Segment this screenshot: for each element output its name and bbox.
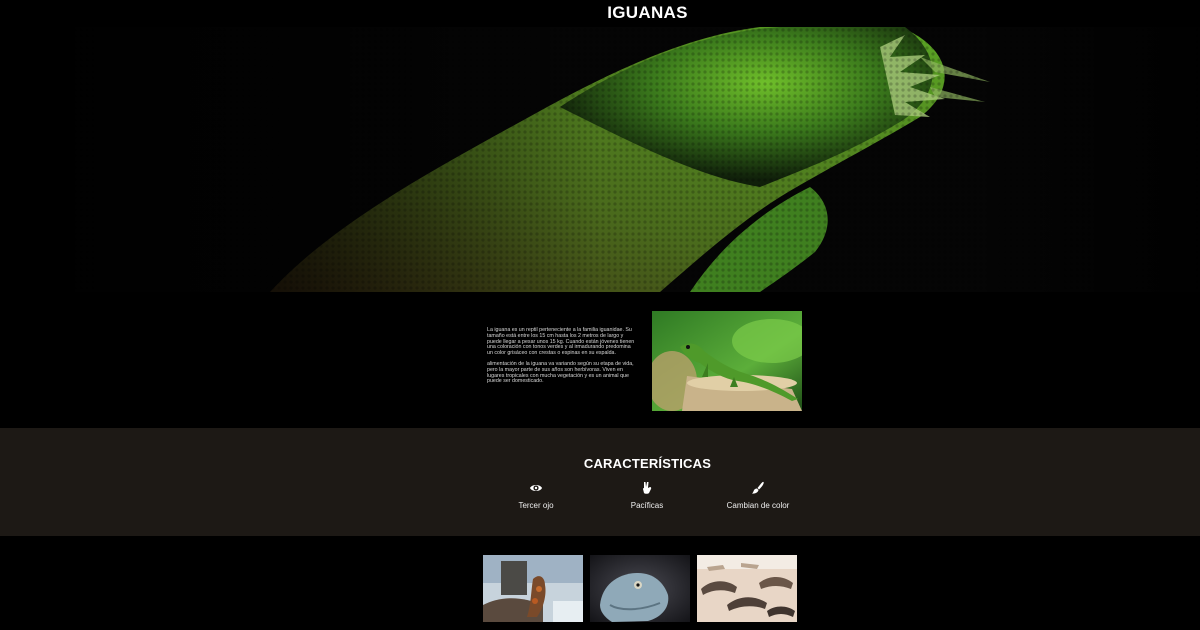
intro-text: La iguana es un reptil perteneciente a l…	[487, 327, 637, 390]
gallery-section	[0, 536, 1200, 630]
intro-iguana-photo	[652, 311, 802, 411]
hero-image	[0, 27, 1200, 292]
gallery-photo-marine-iguana	[483, 555, 583, 622]
top-bar: IGUANAS	[0, 0, 1200, 27]
gallery-photo-iguana-head	[590, 555, 690, 622]
paintbrush-icon	[752, 481, 764, 494]
feature-label: Cambian de color	[726, 501, 790, 510]
features-title: CARACTERÍSTICAS	[583, 456, 712, 471]
feature-peaceful: Pacíficas	[587, 481, 707, 510]
feature-label: Pacíficas	[630, 501, 664, 510]
feature-change-color: Cambian de color	[698, 481, 818, 510]
peace-hand-icon	[643, 482, 652, 494]
feature-third-eye: Tercer ojo	[476, 481, 596, 510]
intro-paragraph-1: La iguana es un reptil perteneciente a l…	[487, 327, 635, 357]
intro-section: La iguana es un reptil perteneciente a l…	[0, 292, 1200, 428]
page-title: IGUANAS	[607, 3, 688, 22]
intro-paragraph-2: alimentación de la iguana va variando se…	[487, 360, 634, 385]
eye-icon	[530, 485, 542, 491]
hero-iguana-photo	[0, 27, 1200, 292]
features-section: CARACTERÍSTICAS Tercer ojo Pacíficas Cam…	[0, 428, 1200, 536]
gallery-photo-iguana-group	[697, 555, 797, 622]
feature-label: Tercer ojo	[518, 501, 554, 510]
